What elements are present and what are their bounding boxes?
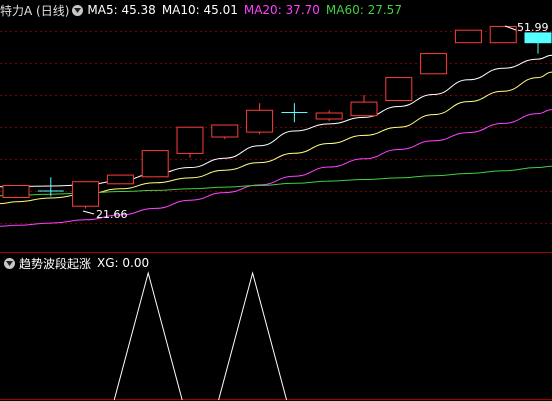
indicator-dropdown-icon[interactable] xyxy=(4,257,15,269)
indicator-signal-peak xyxy=(218,271,288,401)
candle[interactable] xyxy=(420,53,448,75)
candle-body xyxy=(2,185,30,198)
candle[interactable] xyxy=(246,103,274,135)
stock-chart[interactable]: 51.99 21.66 xyxy=(0,0,552,401)
candle[interactable] xyxy=(350,95,378,117)
candle-body xyxy=(420,53,448,75)
low-marker-line xyxy=(82,210,95,215)
stock-title[interactable]: 特力A (日线) xyxy=(0,2,69,19)
candle[interactable] xyxy=(211,124,239,140)
candle[interactable] xyxy=(524,32,552,54)
main-chart-header: 特力A (日线) MA5: 45.38 MA10: 45.01 MA20: 37… xyxy=(0,1,402,19)
candle[interactable] xyxy=(106,174,134,185)
candle-body xyxy=(524,32,552,44)
ma20-value: MA20: 37.70 xyxy=(243,3,320,17)
candle[interactable] xyxy=(37,177,64,197)
indicator-header: 趋势波段起涨 XG: 0.00 xyxy=(0,254,149,272)
indicator-signal-peak xyxy=(113,271,183,401)
ma10-value: MA10: 45.01 xyxy=(161,3,238,17)
candle-body xyxy=(72,181,100,207)
high-price-label: 51.99 xyxy=(517,21,549,34)
candle[interactable] xyxy=(176,126,204,158)
candle-body xyxy=(246,109,274,133)
settings-dropdown-icon[interactable] xyxy=(72,4,84,16)
candle[interactable] xyxy=(2,185,30,198)
candle[interactable] xyxy=(315,110,343,122)
candle-body xyxy=(106,174,134,185)
candle-body xyxy=(315,112,343,120)
candle[interactable] xyxy=(385,77,413,101)
candle[interactable] xyxy=(72,181,100,209)
indicator-title[interactable]: 趋势波段起涨 xyxy=(19,255,91,272)
candle[interactable] xyxy=(281,103,308,123)
indicator-lines xyxy=(113,271,288,401)
candle[interactable] xyxy=(141,150,169,178)
candle-body xyxy=(176,126,204,154)
candle-body xyxy=(385,77,413,101)
candle-body xyxy=(141,150,169,178)
candle[interactable] xyxy=(454,29,482,44)
ma-line-ma5 xyxy=(0,54,552,188)
ma5-value: MA5: 45.38 xyxy=(87,3,156,17)
indicator-xg-value: XG: 0.00 xyxy=(97,256,150,270)
candle-body xyxy=(211,124,239,138)
candle-body xyxy=(350,101,378,117)
low-price-label: 21.66 xyxy=(96,208,128,221)
ma60-value: MA60: 27.57 xyxy=(325,3,402,17)
candle-body xyxy=(454,29,482,44)
